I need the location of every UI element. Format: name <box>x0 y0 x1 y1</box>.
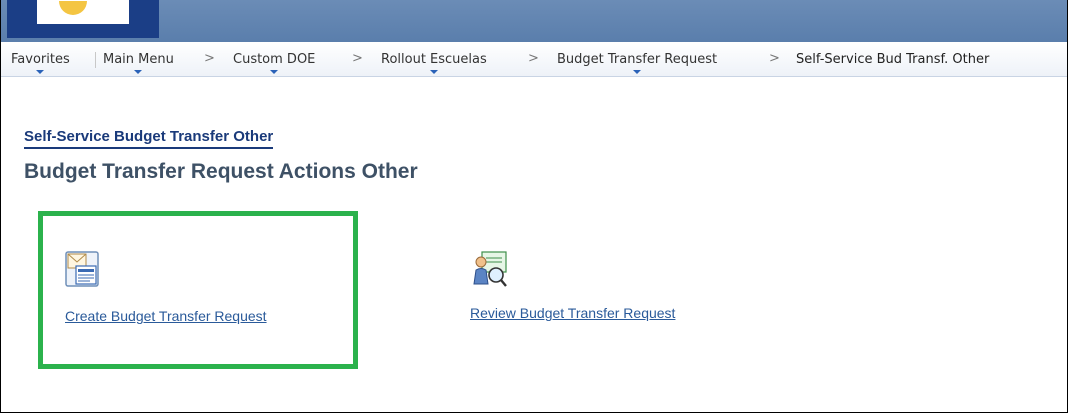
page-title: Budget Transfer Request Actions Other <box>24 160 418 183</box>
breadcrumb-separator: > <box>769 51 780 66</box>
nav-divider <box>95 52 96 68</box>
create-budget-transfer-link[interactable]: Create Budget Transfer Request <box>65 308 267 324</box>
chevron-down-icon <box>270 70 279 74</box>
chevron-down-icon <box>36 70 45 74</box>
person-search-icon[interactable] <box>472 250 508 288</box>
breadcrumb: Favorites Main Menu > Custom DOE > Rollo… <box>1 42 1067 77</box>
nav-budget-transfer-request[interactable]: Budget Transfer Request <box>557 52 718 74</box>
section-title: Self-Service Budget Transfer Other <box>24 128 274 149</box>
nav-rollout-label: Rollout Escuelas <box>381 52 487 67</box>
mail-document-icon[interactable] <box>64 250 100 288</box>
nav-self-service: Self-Service Bud Transf. Other <box>796 52 990 67</box>
nav-rollout-escuelas[interactable]: Rollout Escuelas <box>381 52 487 74</box>
nav-custom-doe-label: Custom DOE <box>233 52 316 67</box>
chevron-down-icon <box>633 70 642 74</box>
nav-favorites[interactable]: Favorites <box>11 52 70 74</box>
chevron-down-icon <box>134 70 143 74</box>
nav-main-menu-label: Main Menu <box>103 52 174 67</box>
chevron-down-icon <box>429 70 438 74</box>
breadcrumb-separator: > <box>352 51 363 66</box>
doe-logo <box>7 0 159 38</box>
review-budget-transfer-link[interactable]: Review Budget Transfer Request <box>470 305 675 321</box>
highlight-box <box>38 211 358 369</box>
nav-budget-transfer-label: Budget Transfer Request <box>557 52 718 67</box>
header-banner <box>1 0 1067 42</box>
breadcrumb-separator: > <box>528 51 539 66</box>
nav-main-menu[interactable]: Main Menu <box>103 52 174 74</box>
breadcrumb-separator: > <box>204 51 215 66</box>
nav-favorites-label: Favorites <box>11 52 70 67</box>
nav-custom-doe[interactable]: Custom DOE <box>233 52 316 74</box>
